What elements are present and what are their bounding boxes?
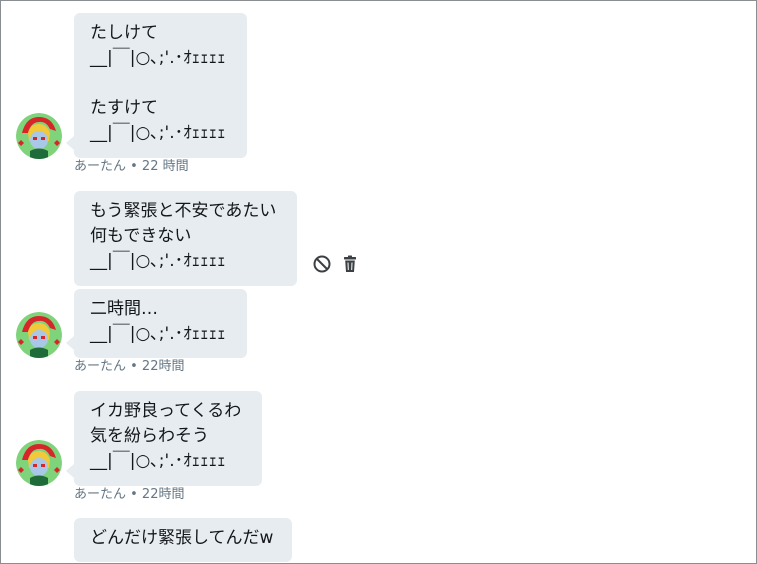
message-meta: あーたん • 22時間: [74, 487, 185, 502]
message-bubble[interactable]: どんだけ緊張してんだw: [74, 518, 292, 562]
avatar-image: [16, 312, 62, 358]
trash-icon[interactable]: [340, 254, 360, 274]
message-bubble[interactable]: 二時間… __|￣|○､;'.･ｵｪｪｪｪ: [66, 289, 247, 358]
conversation-pane: たしけて __|￣|○､;'.･ｵｪｪｪｪ たすけて __|￣|○､;'.･ｵｪ…: [0, 0, 757, 564]
avatar[interactable]: [16, 440, 62, 486]
message-meta: あーたん • 22時間: [74, 359, 185, 374]
avatar-image: [16, 440, 62, 486]
block-icon[interactable]: [312, 254, 332, 274]
avatar-image: [16, 113, 62, 159]
message-actions: [312, 254, 360, 274]
message-bubble[interactable]: たしけて __|￣|○､;'.･ｵｪｪｪｪ たすけて __|￣|○､;'.･ｵｪ…: [66, 13, 247, 158]
message-meta: あーたん • 22 時間: [74, 159, 189, 174]
message-bubble[interactable]: もう緊張と不安であたい 何もできない __|￣|○､;'.･ｵｪｪｪｪ: [74, 191, 297, 286]
avatar[interactable]: [16, 312, 62, 358]
avatar[interactable]: [16, 113, 62, 159]
message-bubble[interactable]: イカ野良ってくるわ 気を紛らわそう __|￣|○､;'.･ｵｪｪｪｪ: [66, 391, 262, 486]
